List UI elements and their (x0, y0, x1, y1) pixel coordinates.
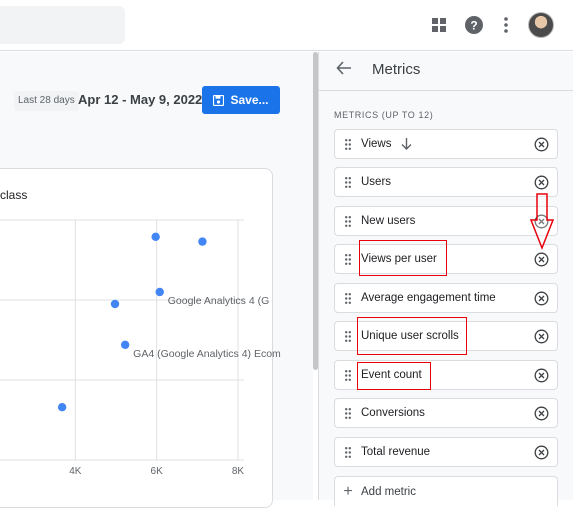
drag-handle-icon[interactable] (335, 176, 361, 188)
panel-divider (318, 90, 573, 91)
metric-item[interactable]: New users (334, 206, 558, 236)
help-icon[interactable]: ? (463, 14, 485, 36)
metric-label: Conversions (361, 407, 425, 419)
remove-metric-icon[interactable] (534, 368, 549, 383)
section-label: METRICS (UP TO 12) (334, 110, 434, 120)
x-tick-label: 8K (232, 466, 245, 477)
metric-label: Total revenue (361, 446, 431, 458)
scatter-point[interactable] (198, 237, 207, 246)
apps-grid-icon[interactable] (428, 14, 450, 36)
back-arrow-icon[interactable] (336, 60, 356, 80)
remove-metric-icon[interactable] (534, 291, 549, 306)
metric-item[interactable]: Views (334, 129, 558, 159)
drag-handle-icon[interactable] (335, 215, 361, 227)
remove-metric-icon[interactable] (534, 406, 549, 421)
metric-label: Views (361, 138, 392, 150)
drag-handle-icon[interactable] (335, 369, 361, 381)
metric-item[interactable]: Event count (334, 360, 558, 390)
metric-label: Users (361, 176, 392, 188)
metric-item[interactable]: Total revenue (334, 437, 558, 467)
remove-metric-icon[interactable] (534, 175, 549, 190)
svg-text:?: ? (470, 19, 477, 33)
metric-label: Event count (361, 369, 422, 381)
panel-title: Metrics (372, 61, 421, 78)
remove-metric-icon[interactable] (534, 445, 549, 460)
x-tick-label: 6K (151, 466, 164, 477)
metric-item[interactable]: Average engagement time (334, 283, 558, 313)
more-vert-icon[interactable] (495, 14, 517, 36)
metric-label: New users (361, 215, 416, 227)
scatter-point[interactable] (110, 299, 120, 309)
metric-item[interactable]: Views per user (334, 244, 558, 274)
metric-label: Average engagement time (361, 292, 496, 304)
x-tick-label: 4K (69, 466, 82, 477)
add-metric-button[interactable]: + Add metric (334, 476, 558, 506)
drag-handle-icon[interactable] (335, 330, 361, 342)
add-metric-label: Add metric (361, 485, 416, 498)
metric-label: Views per user (361, 253, 437, 265)
metric-item[interactable]: Unique user scrolls (334, 321, 558, 351)
point-label: Google Analytics 4 (G (168, 295, 270, 307)
scatter-chart: 4K 6K 8K Google Analytics 4 (G GA4 (Google A… (0, 219, 281, 477)
scatter-point[interactable] (57, 403, 67, 412)
drag-handle-icon[interactable] (335, 138, 361, 150)
metric-item[interactable]: Conversions (334, 398, 558, 428)
drag-handle-icon[interactable] (335, 292, 361, 304)
metric-item[interactable]: Users (334, 167, 558, 197)
plus-icon: + (343, 482, 353, 500)
point-label: GA4 (Google Analytics 4) Ecom (133, 348, 281, 360)
avatar[interactable] (528, 12, 554, 38)
annotation-arrow-icon (529, 193, 555, 251)
scatter-point[interactable] (120, 340, 130, 349)
drag-handle-icon[interactable] (335, 446, 361, 458)
drag-handle-icon[interactable] (335, 407, 361, 419)
remove-metric-icon[interactable] (534, 329, 549, 344)
scatter-point[interactable] (151, 232, 160, 241)
remove-metric-icon[interactable] (534, 137, 549, 152)
metric-label: Unique user scrolls (361, 330, 459, 342)
sort-descending-icon[interactable] (401, 138, 412, 150)
drag-handle-icon[interactable] (335, 253, 361, 265)
remove-metric-icon[interactable] (534, 252, 549, 267)
scatter-point[interactable] (155, 287, 164, 297)
